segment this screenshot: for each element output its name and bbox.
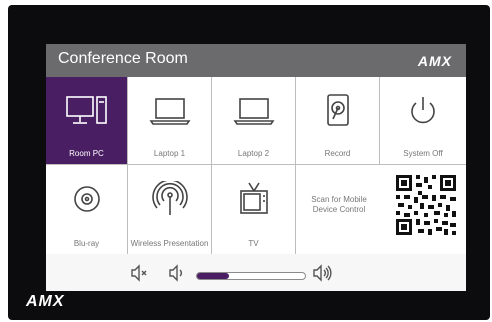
desktop-pc-icon — [65, 91, 109, 131]
tile-record[interactable]: Record — [296, 77, 379, 164]
volume-bar — [46, 254, 466, 291]
tile-label: Record — [324, 149, 351, 158]
volume-down-icon[interactable] — [168, 264, 186, 287]
tile-label: Room PC — [69, 149, 104, 158]
laptop-icon — [232, 91, 276, 131]
tile-label: Blu-ray — [73, 239, 100, 248]
tv-icon — [232, 179, 276, 219]
room-title: Conference Room — [58, 50, 188, 67]
tile-blu-ray[interactable]: Blu-ray — [46, 165, 127, 254]
tile-label: TV — [248, 239, 259, 248]
source-grid: Room PC Laptop 1 Laptop 2 Record System … — [46, 77, 466, 254]
tile-label: Wireless Presentation — [130, 239, 209, 248]
laptop-icon — [148, 91, 192, 131]
volume-slider[interactable] — [196, 272, 306, 280]
qr-instruction-text: Scan for Mobile Device Control — [311, 195, 367, 214]
disc-icon — [65, 179, 109, 219]
panel-screen: Conference Room AMX Room PC Laptop 1 Lap… — [46, 44, 466, 291]
header-bar: Conference Room AMX — [46, 44, 466, 77]
volume-slider-fill — [197, 273, 230, 279]
qr-code-icon — [394, 173, 458, 237]
tile-label: Laptop 1 — [153, 149, 186, 158]
qr-tile: Scan for Mobile Device Control — [296, 165, 466, 254]
hard-drive-icon — [316, 91, 360, 131]
wireless-antenna-icon — [148, 179, 192, 219]
tile-laptop-1[interactable]: Laptop 1 — [128, 77, 211, 164]
volume-up-icon[interactable] — [312, 264, 334, 287]
tile-tv[interactable]: TV — [212, 165, 295, 254]
tile-label: Laptop 2 — [237, 149, 270, 158]
tile-laptop-2[interactable]: Laptop 2 — [212, 77, 295, 164]
amx-bezel-logo: AMX — [26, 293, 65, 310]
power-icon — [401, 91, 445, 131]
amx-logo: AMX — [417, 53, 452, 69]
tile-system-off[interactable]: System Off — [380, 77, 466, 164]
tile-room-pc[interactable]: Room PC — [46, 77, 127, 164]
mute-icon[interactable] — [130, 264, 148, 287]
tile-wireless-presentation[interactable]: Wireless Presentation — [128, 165, 211, 254]
tile-label: System Off — [403, 149, 443, 158]
